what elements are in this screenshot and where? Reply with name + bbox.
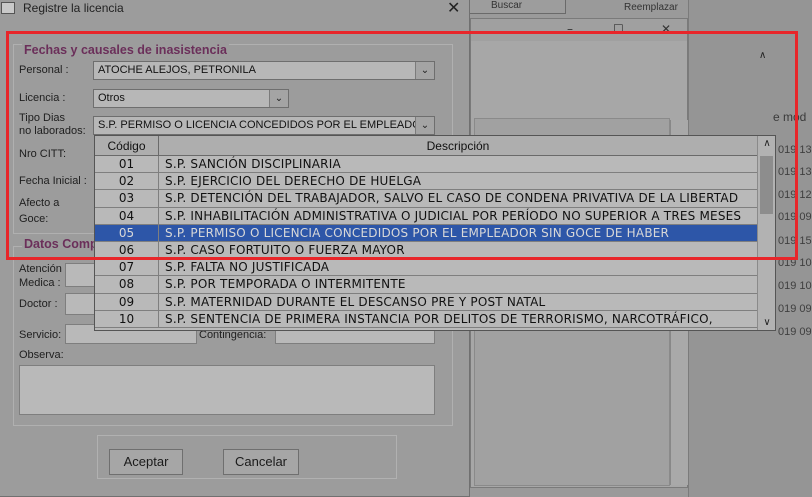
- row-code: 06: [95, 241, 159, 259]
- dropdown-row[interactable]: 07 S.P. FALTA NO JUSTIFICADA: [95, 259, 757, 277]
- row-description: S.P. EJERCICIO DEL DERECHO DE HUELGA: [165, 174, 422, 189]
- background-replace-label: Reemplazar: [624, 2, 678, 13]
- personal-value: ATOCHE ALEJOS, PETRONILA: [98, 64, 256, 76]
- row-code: 10: [95, 310, 159, 327]
- row-code: 07: [95, 259, 159, 276]
- row-description: S.P. INHABILITACIÓN ADMINISTRATIVA O JUD…: [165, 208, 742, 223]
- background-date: 019 13: [778, 144, 812, 156]
- accept-button[interactable]: Aceptar: [109, 449, 183, 475]
- observation-textarea[interactable]: [19, 365, 435, 415]
- background-date: 019 12: [778, 189, 812, 201]
- group-title-absence: Fechas y causales de inasistencia: [22, 43, 229, 57]
- atencion-label-2: Medica :: [19, 277, 61, 289]
- fecha-inicial-label: Fecha Inicial :: [19, 175, 87, 187]
- afecto-label-2: Goce:: [19, 213, 49, 225]
- cancel-button[interactable]: Cancelar: [223, 449, 299, 475]
- dropdown-row[interactable]: 06 S.P. CASO FORTUITO O FUERZA MAYOR: [95, 241, 757, 260]
- licencia-combo[interactable]: Otros ⌄: [93, 89, 289, 108]
- background-date: 019 15: [778, 235, 812, 247]
- row-code: 01: [95, 156, 159, 173]
- licencia-value: Otros: [98, 92, 125, 104]
- row-code: 05: [95, 224, 159, 241]
- column-header-description: Descripción: [426, 139, 490, 153]
- background-date: 019 10: [778, 257, 812, 269]
- background-search-text: Buscar: [491, 0, 523, 11]
- dropdown-rows: 01 S.P. SANCIÓN DISCIPLINARIA 02 S.P. EJERC…: [95, 156, 757, 328]
- background-date: 019 10: [778, 280, 812, 292]
- background-date: 019 09: [778, 303, 812, 315]
- background-side-text: e mod: [773, 110, 807, 124]
- nro-citt-label: Nro CITT:: [19, 148, 67, 160]
- row-code: 09: [95, 293, 159, 310]
- dropdown-row[interactable]: 08 S.P. POR TEMPORADA O INTERMITENTE: [95, 276, 757, 294]
- dropdown-header: Código Descripción: [95, 136, 757, 156]
- row-description: S.P. SANCIÓN DISCIPLINARIA: [165, 157, 341, 171]
- scrollbar-thumb[interactable]: [760, 156, 773, 214]
- row-description: S.P. CASO FORTUITO O FUERZA MAYOR: [165, 242, 405, 257]
- chevron-down-icon[interactable]: ⌄: [415, 117, 434, 134]
- personal-combo[interactable]: ATOCHE ALEJOS, PETRONILA ⌄: [93, 61, 435, 80]
- tipo-dias-label-2: no laborados:: [19, 125, 86, 137]
- dropdown-row[interactable]: 05 S.P. PERMISO O LICENCIA CONCEDIDOS POR…: [95, 224, 757, 242]
- dropdown-scrollbar[interactable]: ∧ ∨: [757, 136, 775, 330]
- atencion-field[interactable]: [65, 263, 95, 287]
- chevron-up-icon: ∧: [759, 50, 767, 61]
- tipo-dias-combo[interactable]: S.P. PERMISO O LICENCIA CONCEDIDOS POR E…: [93, 116, 435, 135]
- chevron-down-icon[interactable]: ∨: [758, 317, 775, 328]
- background-date: 019 09: [778, 326, 812, 338]
- app-icon: [1, 2, 15, 14]
- column-header-code: Código: [95, 136, 159, 156]
- dropdown-row[interactable]: 04 S.P. INHABILITACIÓN ADMINISTRATIVA O J…: [95, 207, 757, 225]
- background-inner-titlebar: – ☐ ✕: [471, 19, 687, 41]
- observa-label: Observa:: [19, 349, 64, 361]
- row-description: S.P. DETENCIÓN DEL TRABAJADOR, SALVO EL …: [165, 191, 739, 206]
- dropdown-row[interactable]: 09 S.P. MATERNIDAD DURANTE EL DESCANSO PR…: [95, 293, 757, 311]
- row-description: S.P. FALTA NO JUSTIFICADA: [165, 260, 330, 275]
- dropdown-row[interactable]: 01 S.P. SANCIÓN DISCIPLINARIA: [95, 156, 757, 174]
- row-code: 03: [95, 190, 159, 207]
- personal-label: Personal :: [19, 64, 69, 76]
- close-icon: ✕: [661, 22, 672, 36]
- dropdown-row[interactable]: 03 S.P. DETENCIÓN DEL TRABAJADOR, SALVO E…: [95, 190, 757, 208]
- servicio-label: Servicio:: [19, 329, 62, 341]
- background-date: 019 09: [778, 211, 812, 223]
- row-code: 08: [95, 276, 159, 293]
- tipo-dias-value: S.P. PERMISO O LICENCIA CONCEDIDOS POR E…: [98, 119, 429, 131]
- row-code: 04: [95, 207, 159, 224]
- row-description: S.P. POR TEMPORADA O INTERMITENTE: [165, 277, 406, 292]
- row-description: S.P. MATERNIDAD DURANTE EL DESCANSO PRE …: [165, 294, 546, 309]
- group-title-complementary: Datos Comp: [22, 237, 100, 251]
- close-button[interactable]: ✕: [447, 0, 460, 17]
- doctor-field[interactable]: [65, 293, 95, 315]
- dialog-titlebar: Registre la licencia ✕: [0, 0, 469, 21]
- dropdown-row[interactable]: 02 S.P. EJERCICIO DEL DERECHO DE HUELGA: [95, 173, 757, 191]
- row-description: S.P. SENTENCIA DE PRIMERA INSTANCIA POR …: [165, 311, 713, 326]
- minimize-icon: –: [567, 22, 573, 36]
- dropdown-row[interactable]: 10 S.P. SENTENCIA DE PRIMERA INSTANCIA PO…: [95, 310, 757, 328]
- afecto-label: Afecto a: [19, 197, 60, 209]
- chevron-down-icon[interactable]: ⌄: [269, 90, 288, 107]
- chevron-down-icon[interactable]: ⌄: [415, 62, 434, 79]
- licencia-label: Licencia :: [19, 92, 66, 104]
- tipo-dias-label: Tipo Dias: [19, 112, 66, 124]
- dialog-title: Registre la licencia: [23, 1, 124, 15]
- row-description: S.P. PERMISO O LICENCIA CONCEDIDOS POR E…: [165, 225, 670, 240]
- doctor-label: Doctor :: [19, 298, 58, 310]
- atencion-label: Atención: [19, 263, 62, 275]
- maximize-icon: ☐: [613, 22, 624, 36]
- row-code: 02: [95, 173, 159, 190]
- chevron-up-icon[interactable]: ∧: [758, 138, 775, 149]
- background-date: 019 13: [778, 166, 812, 178]
- tipo-dias-dropdown-list[interactable]: Código Descripción 01 S.P. SANCIÓN DISCIP…: [94, 135, 776, 331]
- background-search-box: Buscar: [466, 0, 566, 14]
